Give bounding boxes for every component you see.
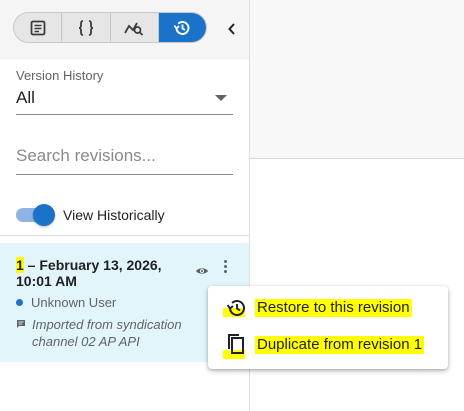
view-tab-group bbox=[13, 12, 207, 43]
search-revisions-input[interactable] bbox=[16, 138, 233, 174]
history-icon bbox=[173, 20, 190, 35]
revision-date: – February 13, 2026, 10:01 AM bbox=[16, 257, 162, 289]
code-braces-icon bbox=[78, 19, 93, 36]
revision-title: 1 – February 13, 2026, 10:01 AM bbox=[16, 257, 176, 289]
tab-document[interactable] bbox=[14, 13, 63, 42]
duplicate-revision-label: Duplicate from revision 1 bbox=[255, 336, 425, 354]
chevron-left-icon bbox=[228, 23, 235, 35]
restore-revision-menu-item[interactable]: Restore to this revision bbox=[208, 291, 448, 325]
search-field bbox=[16, 138, 233, 175]
divider bbox=[0, 235, 249, 236]
version-history-value: All bbox=[16, 88, 35, 107]
tab-code[interactable] bbox=[62, 13, 111, 42]
tab-analytics[interactable] bbox=[111, 13, 159, 42]
version-history-label: Version History bbox=[16, 68, 104, 83]
collapse-sidebar-button[interactable] bbox=[223, 19, 241, 39]
document-icon bbox=[30, 20, 46, 35]
duplicate-revision-menu-item[interactable]: Duplicate from revision 1 bbox=[208, 328, 448, 362]
revision-user: Unknown User bbox=[16, 295, 116, 310]
restore-revision-label: Restore to this revision bbox=[255, 299, 412, 317]
more-options-icon[interactable] bbox=[220, 258, 230, 278]
select-underline bbox=[16, 114, 233, 115]
revision-user-name: Unknown User bbox=[31, 295, 117, 310]
dropdown-caret-icon bbox=[215, 95, 227, 101]
search-underline bbox=[16, 174, 233, 175]
version-history-select[interactable]: Version History All bbox=[16, 67, 233, 115]
chart-search-icon bbox=[124, 22, 144, 36]
preview-header-area bbox=[250, 0, 464, 159]
eye-icon[interactable] bbox=[195, 266, 209, 276]
view-historically-toggle[interactable] bbox=[16, 204, 55, 226]
restore-history-icon bbox=[226, 300, 245, 316]
comment-icon bbox=[17, 320, 25, 328]
revision-comment: Imported from syndication channel 02 AP … bbox=[16, 316, 186, 350]
copy-icon bbox=[228, 334, 244, 354]
revision-context-menu: Restore to this revision Duplicate from … bbox=[208, 286, 448, 369]
user-dot-icon bbox=[16, 299, 23, 306]
toggle-knob bbox=[33, 204, 55, 226]
revision-number: 1 bbox=[16, 257, 24, 273]
view-historically-label: View Historically bbox=[63, 207, 165, 223]
tab-history[interactable] bbox=[158, 13, 206, 42]
sidebar-toolbar bbox=[0, 0, 249, 59]
view-historically-row: View Historically bbox=[16, 204, 165, 226]
revision-comment-text: Imported from syndication channel 02 AP … bbox=[32, 317, 182, 349]
